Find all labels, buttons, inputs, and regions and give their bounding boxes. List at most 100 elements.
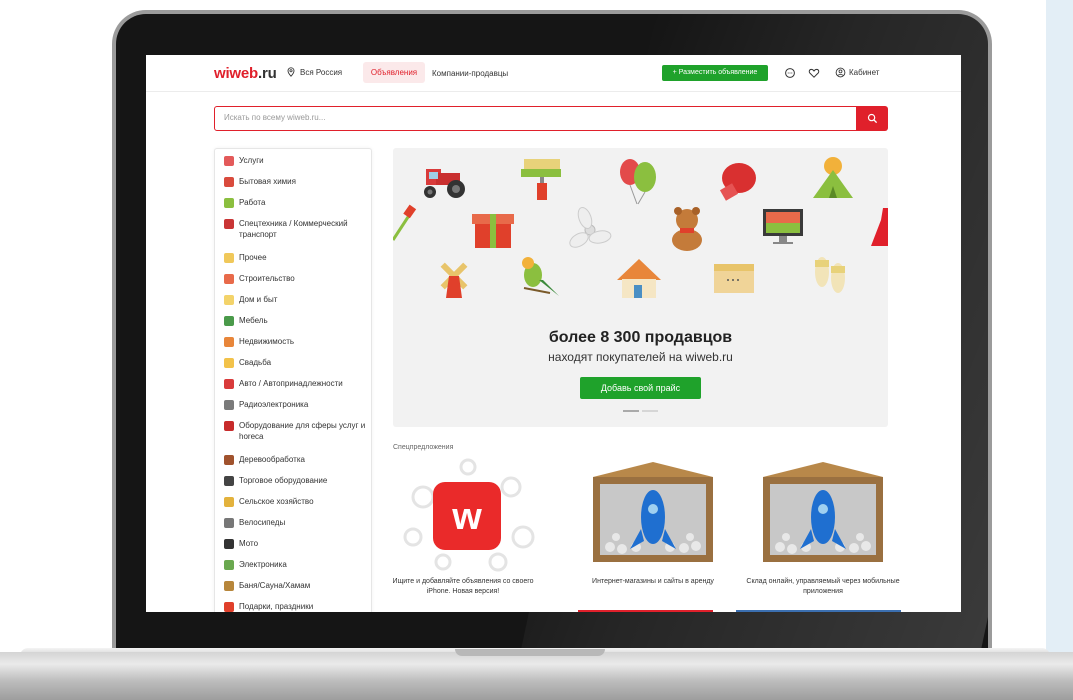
gift-icon (472, 214, 514, 248)
balloons-icon (620, 159, 656, 205)
category-item[interactable]: Оборудование для сферы услуг и horeca (224, 420, 371, 442)
next-card-strip (736, 610, 901, 612)
spray-bottle-icon (224, 177, 234, 187)
special-card-caption: Интернет-магазины и сайты в аренду (592, 578, 714, 585)
category-label: Баня/Сауна/Хамам (239, 581, 311, 590)
location-selector[interactable]: Вся Россия (286, 67, 342, 77)
dress-icon (871, 208, 888, 246)
messages-icon[interactable] (784, 67, 796, 79)
add-price-button[interactable]: Добавь свой прайс (580, 377, 701, 399)
post-ad-button[interactable]: + Разместить объявление (662, 65, 768, 81)
category-label: Велосипеды (239, 518, 286, 527)
balloons-icon (224, 156, 234, 166)
category-label: Радиоэлектроника (239, 400, 309, 409)
category-label: Недвижимость (239, 337, 295, 346)
house-icon (617, 259, 661, 298)
house-icon (224, 337, 234, 347)
search-bar[interactable]: Искать по всему wiweb.ru... (214, 106, 888, 131)
favorites-heart-icon[interactable] (808, 67, 820, 79)
category-item[interactable]: Радиоэлектроника (224, 399, 371, 410)
next-card-strip (578, 610, 713, 612)
nav-tab-ads[interactable]: Объявления (363, 62, 425, 83)
category-label: Мебель (239, 316, 268, 325)
helmet-icon (224, 539, 234, 549)
location-label: Вся Россия (300, 67, 343, 77)
paint-roller-icon (521, 159, 561, 200)
category-label: Бытовая химия (239, 177, 296, 186)
tractor-icon (424, 169, 465, 198)
shovel-icon (393, 204, 417, 241)
category-item[interactable]: Мото (224, 538, 371, 549)
special-card-shops[interactable]: Интернет-магазины и сайты в аренду (578, 457, 728, 585)
special-card-caption: Склад онлайн, управляемый через мобильны… (746, 578, 900, 595)
specials-title: Спецпредложения (393, 444, 454, 451)
nav-tab-sellers[interactable]: Компании-продавцы (432, 69, 508, 78)
category-item[interactable]: Деревообработка (224, 454, 371, 465)
fan-icon (569, 206, 612, 248)
plane-tool-icon (224, 455, 234, 465)
category-label: Торговое оборудование (239, 476, 328, 485)
carousel-dot[interactable] (642, 410, 658, 412)
category-label: Строительство (239, 274, 295, 283)
special-card-app[interactable]: w Ищите и добавляйте объявления со своег… (392, 457, 543, 595)
cabinet-link[interactable]: Кабинет (835, 67, 879, 78)
category-item[interactable]: Подарки, праздники (224, 601, 371, 612)
category-item[interactable]: Прочее (224, 252, 371, 263)
parrot-icon (522, 257, 559, 296)
search-icon (867, 113, 877, 124)
top-bar: wiweb.ru Вся Россия Объявления Компании-… (146, 55, 961, 92)
category-label: Прочее (239, 253, 267, 262)
cash-register-icon (224, 476, 234, 486)
category-label: Подарки, праздники (239, 602, 314, 611)
site-logo[interactable]: wiweb.ru (214, 65, 277, 82)
category-item[interactable]: Сельское хозяйство (224, 496, 371, 507)
category-item[interactable]: Строительство (224, 273, 371, 284)
monitor-icon (224, 560, 234, 570)
category-item[interactable]: Торговое оборудование (224, 475, 371, 486)
category-label: Деревообработка (239, 455, 305, 464)
category-item[interactable]: Свадьба (224, 357, 371, 368)
monitor-icon (763, 209, 803, 244)
box-icon (224, 253, 234, 263)
windmill-icon (440, 262, 468, 298)
search-button[interactable] (856, 106, 888, 131)
category-item[interactable]: Баня/Сауна/Хамам (224, 580, 371, 591)
broom-icon (224, 581, 234, 591)
browser-screen: wiweb.ru Вся Россия Объявления Компании-… (146, 55, 961, 612)
rocket-box-illustration (593, 462, 713, 562)
soldering-iron-icon (224, 400, 234, 410)
promo-banner: более 8 300 продавцов находят покупателе… (393, 148, 888, 427)
banner-illustrations (393, 157, 888, 298)
special-card-warehouse[interactable]: Склад онлайн, управляемый через мобильны… (746, 457, 900, 595)
bicycle-icon (224, 518, 234, 528)
laptop-base (0, 652, 1073, 700)
rings-icon (224, 358, 234, 368)
category-item[interactable]: Мебель (224, 315, 371, 326)
box-icon (714, 264, 754, 293)
search-input[interactable]: Искать по всему wiweb.ru... (224, 113, 325, 122)
category-item[interactable]: Спецтехника / Коммерческий транспорт (224, 218, 371, 240)
category-item[interactable]: Бытовая химия (224, 176, 371, 187)
category-item[interactable]: Велосипеды (224, 517, 371, 528)
category-item[interactable]: Авто / Автопринадлежности (224, 378, 371, 389)
banner-title: более 8 300 продавцов (548, 329, 733, 346)
paint-roller-icon (224, 274, 234, 284)
category-label: Электроника (239, 560, 287, 569)
category-item[interactable]: Работа (224, 197, 371, 208)
category-item[interactable]: Электроника (224, 559, 371, 570)
category-item[interactable]: Недвижимость (224, 336, 371, 347)
special-card-caption: Ищите и добавляйте объявления со своего … (392, 578, 534, 595)
category-label: Работа (239, 198, 266, 207)
tent-icon (813, 157, 853, 198)
category-label: Сельское хозяйство (239, 497, 314, 506)
gift-icon (224, 602, 234, 612)
category-label: Спецтехника / Коммерческий транспорт (239, 219, 348, 239)
carousel-dot-active[interactable] (623, 410, 639, 412)
teddy-bear-icon (672, 207, 702, 251)
category-item[interactable]: Дом и быт (224, 294, 371, 305)
app-illustration: w (403, 458, 535, 572)
category-item[interactable]: Услуги (224, 155, 371, 166)
shovel-icon (224, 198, 234, 208)
laptop-notch (455, 649, 605, 656)
wheat-icon (224, 497, 234, 507)
